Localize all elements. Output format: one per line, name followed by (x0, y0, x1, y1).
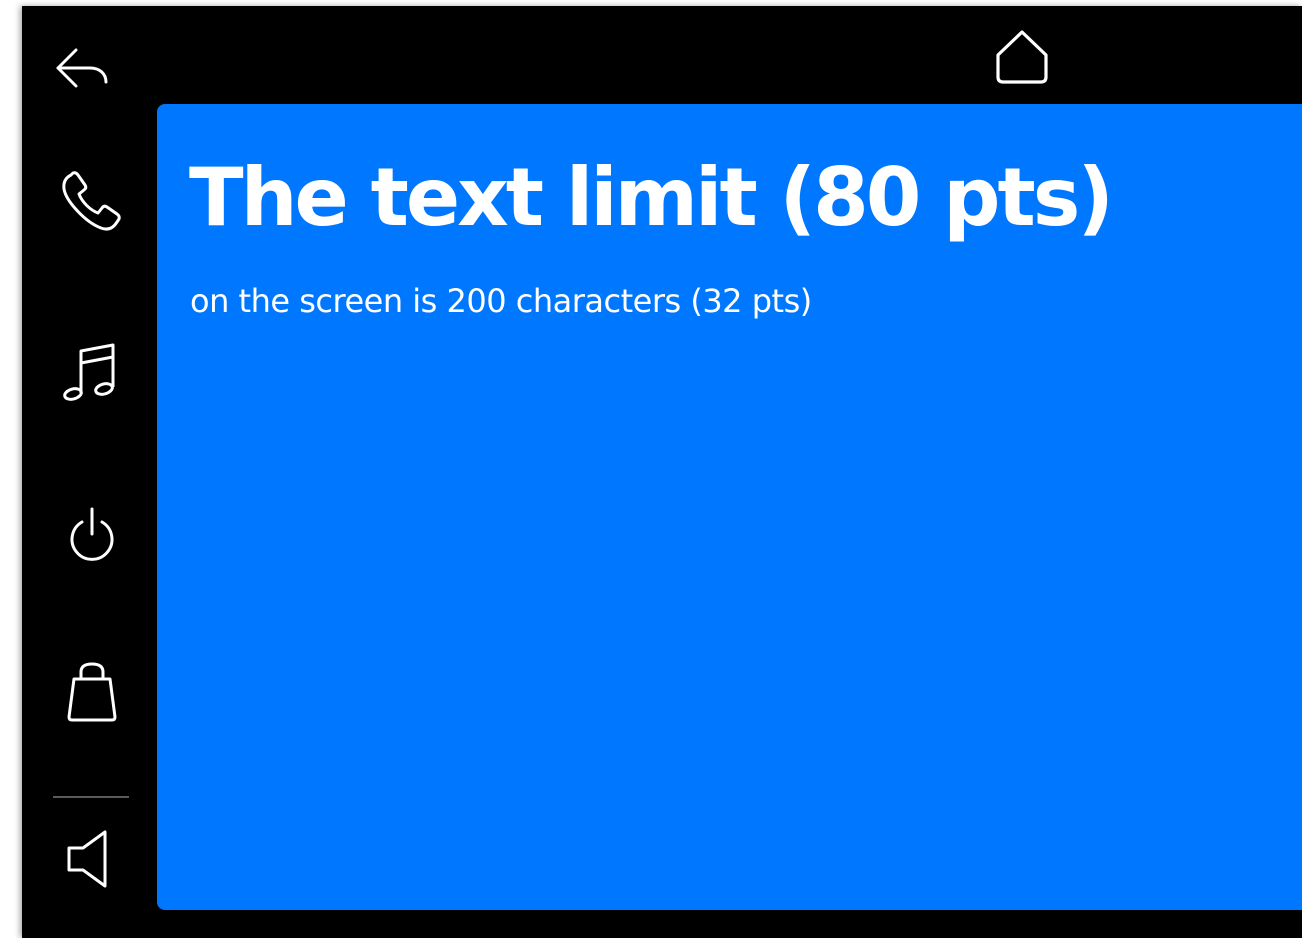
screen: The text limit (80 pts) on the screen is… (22, 6, 1302, 938)
back-arrow-icon (56, 48, 108, 88)
power-icon (70, 507, 114, 561)
home-button[interactable] (984, 24, 1060, 88)
home-icon (996, 30, 1048, 84)
back-button[interactable] (44, 34, 120, 98)
content-panel: The text limit (80 pts) on the screen is… (157, 104, 1302, 910)
shop-button[interactable] (52, 652, 132, 732)
music-note-icon (63, 343, 115, 401)
nav-divider (53, 796, 129, 798)
phone-icon (62, 171, 121, 231)
top-bar (22, 6, 1302, 104)
music-button[interactable] (52, 332, 132, 412)
power-button[interactable] (52, 496, 132, 576)
content-subtitle: on the screen is 200 characters (32 pts) (190, 282, 812, 320)
volume-button[interactable] (52, 818, 132, 898)
side-nav (22, 104, 157, 938)
phone-button[interactable] (52, 162, 132, 242)
device-frame: The text limit (80 pts) on the screen is… (0, 0, 1302, 938)
shopping-bag-icon (67, 662, 117, 722)
content-title: The text limit (80 pts) (189, 151, 1114, 244)
volume-speaker-icon (67, 830, 107, 888)
